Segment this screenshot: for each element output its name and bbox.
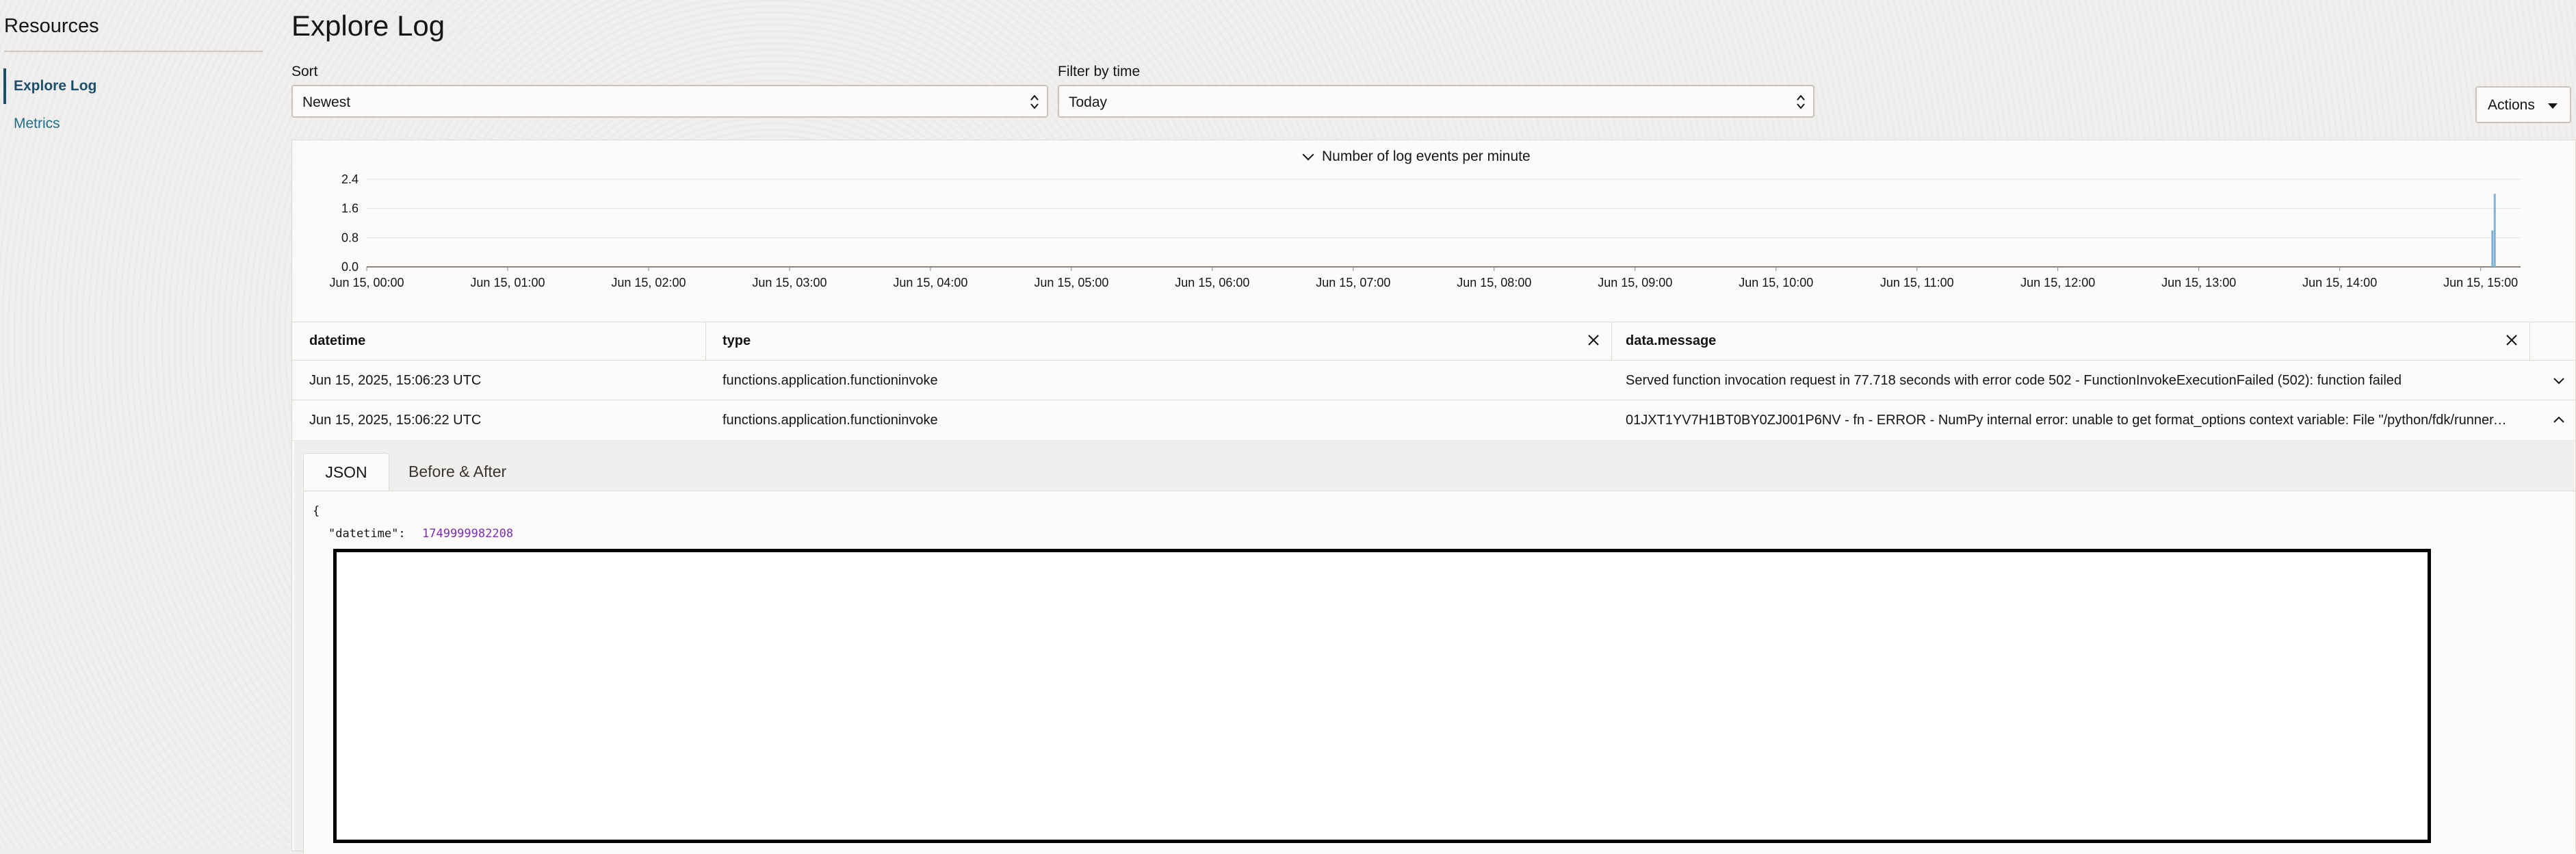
y-tick-label: 0.0 — [341, 260, 359, 274]
x-tick-label: Jun 15, 07:00 — [1316, 276, 1390, 289]
sidebar-divider — [4, 51, 263, 52]
chart-toggle[interactable]: Number of log events per minute — [1302, 148, 1531, 165]
column-header-message[interactable]: data.message — [1626, 333, 1716, 349]
redaction-box — [333, 549, 2431, 843]
tab-before-after[interactable]: Before & After — [408, 453, 506, 491]
json-datetime-key: "datetime": — [328, 527, 406, 541]
table-row[interactable]: Jun 15, 2025, 15:06:22 UTC functions.app… — [292, 400, 2575, 441]
row-datetime: Jun 15, 2025, 15:06:23 UTC — [309, 373, 482, 388]
json-open-brace: { — [313, 504, 320, 518]
column-divider — [1611, 322, 1612, 361]
chevron-down-icon[interactable] — [2552, 376, 2566, 386]
chart-bar — [2493, 194, 2496, 267]
x-tick-label: Jun 15, 08:00 — [1457, 276, 1531, 289]
row-message: Served function invocation request in 77… — [1626, 373, 2402, 388]
x-tick-label: Jun 15, 02:00 — [611, 276, 686, 289]
table-row[interactable]: Jun 15, 2025, 15:06:23 UTC functions.app… — [292, 360, 2575, 400]
column-divider — [705, 322, 706, 361]
tab-json[interactable]: JSON — [303, 453, 389, 491]
sort-label: Sort — [291, 64, 318, 79]
x-tick-label: Jun 15, 10:00 — [1739, 276, 1813, 289]
y-tick-label: 0.8 — [341, 231, 359, 244]
column-header-type[interactable]: type — [723, 333, 751, 349]
x-tick-label: Jun 15, 01:00 — [470, 276, 545, 289]
filter-label: Filter by time — [1058, 64, 1141, 79]
x-tick-label: Jun 15, 09:00 — [1598, 276, 1672, 289]
updown-chevron-icon — [1030, 94, 1039, 109]
row-message: 01JXT1YV7H1BT0BY0ZJ001P6NV - fn - ERROR … — [1626, 413, 2508, 428]
sort-select[interactable]: Newest — [291, 85, 1048, 118]
sidebar-item-metrics[interactable]: Metrics — [14, 116, 60, 132]
active-indicator — [3, 68, 6, 104]
x-tick-label: Jun 15, 03:00 — [752, 276, 827, 289]
x-tick-label: Jun 15, 00:00 — [329, 276, 404, 289]
chart-title: Number of log events per minute — [1322, 148, 1531, 164]
y-tick-label: 2.4 — [341, 172, 359, 186]
sidebar-item-explore-log[interactable]: Explore Log — [14, 78, 96, 94]
column-header-datetime[interactable]: datetime — [309, 333, 365, 349]
sidebar-title: Resources — [4, 15, 99, 37]
time-filter-select[interactable]: Today — [1058, 85, 1814, 118]
x-tick-label: Jun 15, 15:00 — [2443, 276, 2518, 289]
row-type: functions.application.functioninvoke — [723, 373, 938, 388]
chevron-up-icon[interactable] — [2552, 415, 2566, 424]
x-tick-label: Jun 15, 12:00 — [2020, 276, 2095, 289]
x-tick-label: Jun 15, 04:00 — [893, 276, 967, 289]
x-tick-label: Jun 15, 13:00 — [2161, 276, 2236, 289]
column-divider — [2529, 322, 2530, 361]
row-datetime: Jun 15, 2025, 15:06:22 UTC — [309, 413, 482, 428]
x-tick-label: Jun 15, 14:00 — [2302, 276, 2377, 289]
json-datetime-value: 1749999982208 — [422, 527, 514, 541]
x-tick-label: Jun 15, 11:00 — [1880, 276, 1954, 289]
caret-down-icon — [2548, 103, 2558, 109]
close-icon[interactable] — [1585, 332, 1602, 348]
y-tick-label: 1.6 — [341, 202, 359, 216]
events-chart: 2.4 1.6 0.8 0.0 Jun 15, 00:00 Jun 15, 01:00 Ju… — [329, 172, 2521, 289]
actions-label: Actions — [2488, 97, 2535, 113]
page-title: Explore Log — [291, 10, 445, 42]
close-icon[interactable] — [2503, 332, 2520, 348]
x-tick-label: Jun 15, 06:00 — [1175, 276, 1249, 289]
chart-bar — [2491, 230, 2494, 267]
sort-value: Newest — [302, 94, 351, 110]
actions-button[interactable]: Actions — [2475, 86, 2571, 123]
table-header: datetime type data.message — [292, 322, 2575, 361]
x-tick-label: Jun 15, 05:00 — [1034, 276, 1108, 289]
filter-value: Today — [1069, 94, 1108, 110]
row-type: functions.application.functioninvoke — [723, 413, 938, 428]
updown-chevron-icon — [1797, 94, 1805, 109]
